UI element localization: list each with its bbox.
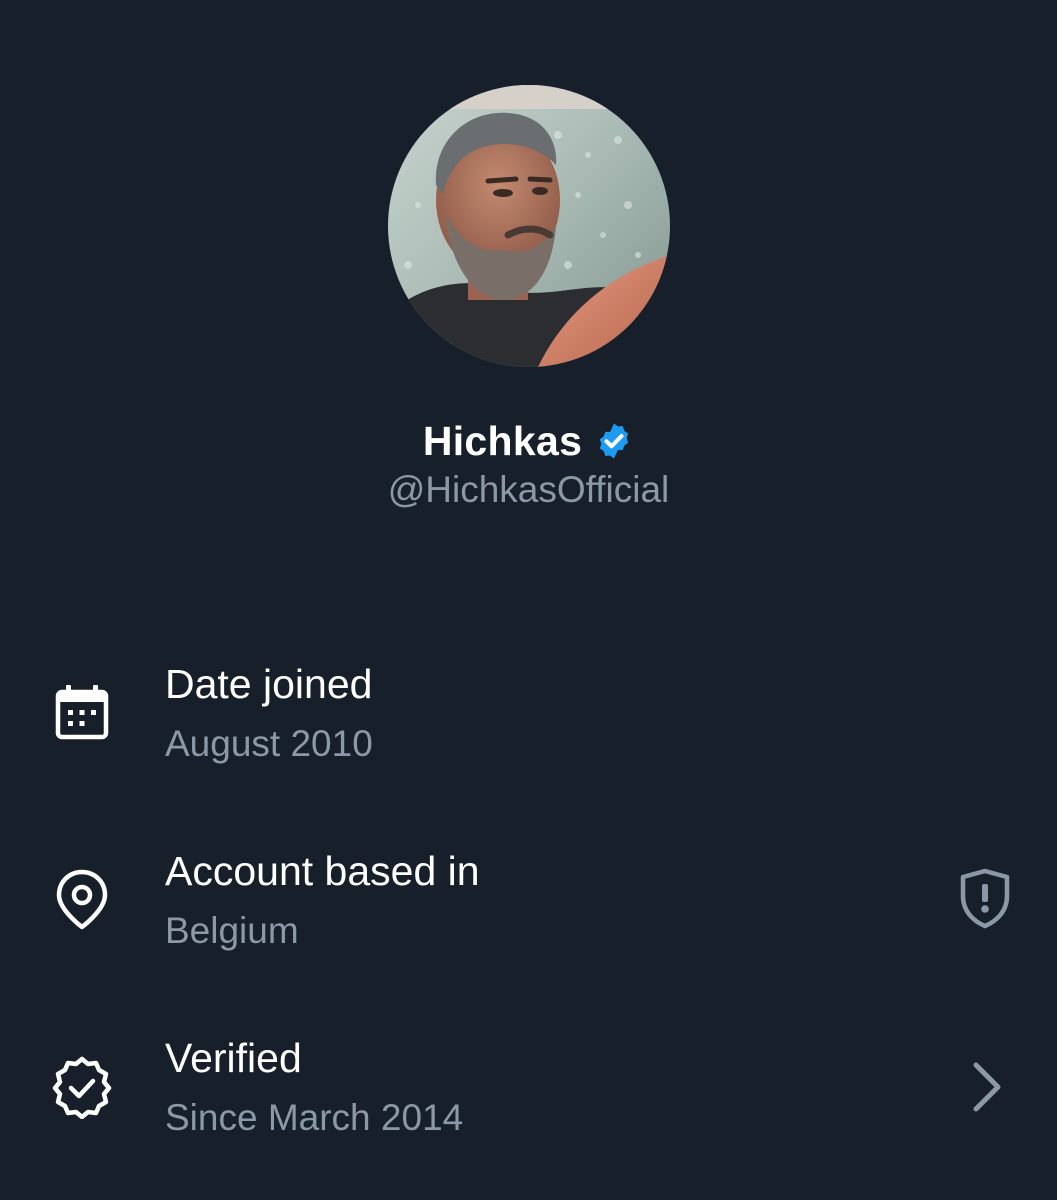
verified-label: Verified <box>165 1035 302 1081</box>
avatar-photo <box>388 85 670 367</box>
info-row-date-joined: Date joined August 2010 <box>0 655 1057 785</box>
info-row-verified[interactable]: Verified Since March 2014 <box>0 1029 1057 1159</box>
account-based-in-label: Account based in <box>165 848 480 894</box>
verified-badge-icon[interactable] <box>594 421 634 461</box>
verified-since-value: Since March 2014 <box>165 1097 464 1138</box>
verified-badge-icon <box>50 1055 114 1120</box>
info-row-account-based-in[interactable]: Account based in Belgium <box>0 842 1057 972</box>
user-handle: @HichkasOfficial <box>387 469 670 510</box>
date-joined-value: August 2010 <box>165 723 373 764</box>
calendar-icon <box>50 681 114 745</box>
name-row: Hichkas <box>0 414 1057 468</box>
shield-alert-icon[interactable] <box>955 866 1015 930</box>
location-pin-icon <box>50 867 114 931</box>
avatar[interactable] <box>388 85 670 367</box>
date-joined-label: Date joined <box>165 661 373 707</box>
account-based-in-value: Belgium <box>165 910 299 951</box>
display-name: Hichkas <box>422 417 583 464</box>
chevron-right-icon[interactable] <box>958 1055 1018 1119</box>
